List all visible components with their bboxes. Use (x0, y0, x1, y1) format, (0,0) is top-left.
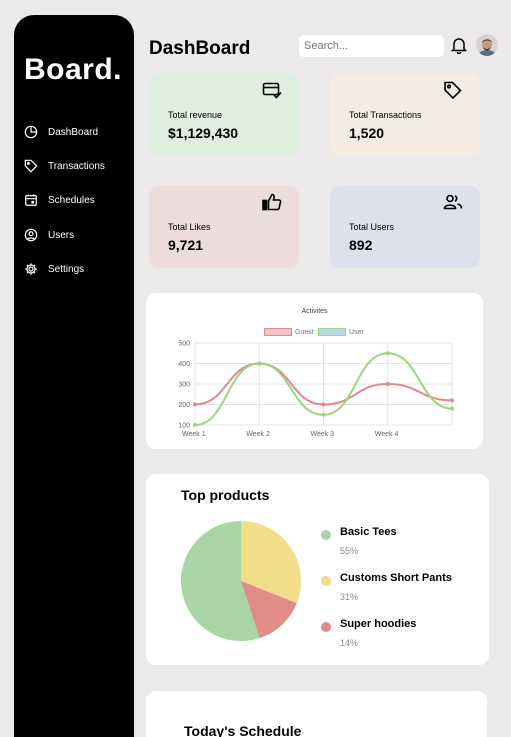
sidebar-item-label: Transactions (48, 160, 105, 172)
section-title: Today's Schedule (184, 723, 302, 737)
thumbs-up-icon (262, 193, 282, 211)
y-tick-label: 300 (178, 382, 190, 389)
data-point[interactable] (385, 351, 390, 356)
x-tick-label: Week 4 (375, 431, 399, 438)
sidebar-item-transactions[interactable]: Transactions (24, 159, 105, 173)
sidebar-item-label: Settings (48, 263, 85, 275)
legend-dot (321, 530, 331, 540)
product-percent: 55% (340, 546, 359, 556)
brand-logo: Board. (24, 53, 123, 86)
data-point[interactable] (193, 423, 197, 427)
stat-card-revenue: Total revenue $1,129,430 (149, 74, 299, 156)
sidebar-item-label: Users (48, 229, 75, 241)
sidebar-item-schedules[interactable]: Schedules (24, 193, 95, 207)
card-check-icon (262, 81, 282, 99)
top-products-panel: Top products Basic Tees 55% Customs Shor… (146, 474, 489, 665)
calendar-icon (24, 193, 38, 207)
page-title: DashBoard (149, 38, 251, 59)
y-tick-label: 500 (178, 341, 190, 348)
data-point[interactable] (385, 382, 390, 386)
x-tick-label: Week 1 (182, 431, 206, 438)
sidebar-item-settings[interactable]: Settings (24, 262, 84, 276)
section-title: Top products (181, 487, 270, 503)
stat-value: $1,129,430 (168, 125, 239, 141)
data-point[interactable] (257, 361, 262, 366)
stat-label: Total Transactions (349, 110, 422, 120)
y-tick-label: 200 (178, 402, 190, 409)
x-tick-label: Week 3 (311, 431, 335, 438)
activities-chart-panel: Activites Guest User 500 400 300 200 100 Week… (146, 293, 483, 449)
user-circle-icon (24, 228, 38, 242)
sidebar-item-dashboard[interactable]: DashBoard (24, 125, 98, 139)
tag-icon (24, 159, 38, 173)
product-percent: 14% (340, 638, 359, 648)
product-name: Basic Tees (340, 526, 397, 538)
y-tick-label: 400 (178, 361, 190, 368)
product-percent: 31% (340, 592, 359, 602)
stat-card-likes: Total Likes 9,721 (149, 186, 299, 268)
search-input[interactable] (299, 35, 444, 57)
stat-card-transactions: Total Transactions 1,520 (330, 74, 480, 156)
schedule-panel: Today's Schedule (146, 691, 487, 737)
sidebar-item-label: DashBoard (48, 126, 99, 138)
gear-icon (24, 262, 38, 276)
avatar[interactable] (476, 34, 498, 56)
bell-icon[interactable] (450, 36, 468, 55)
data-point[interactable] (321, 412, 326, 417)
sidebar: Board. DashBoard Transactions Schedules … (14, 15, 134, 737)
stat-value: 9,721 (168, 237, 204, 253)
stat-label: Total Users (349, 222, 395, 232)
sidebar-item-label: Schedules (48, 194, 95, 206)
legend-dot (321, 576, 331, 586)
product-name: Customs Short Pants (340, 572, 452, 584)
product-name: Super hoodies (340, 618, 417, 630)
legend-dot (321, 622, 331, 632)
x-tick-label: Week 2 (246, 431, 270, 438)
stat-value: 1,520 (349, 125, 385, 141)
pie-icon (24, 125, 38, 139)
data-point[interactable] (450, 406, 454, 411)
stat-label: Total Likes (168, 222, 211, 232)
tag-icon (443, 81, 463, 100)
data-point[interactable] (450, 398, 454, 403)
stat-value: 892 (349, 237, 373, 253)
stat-label: Total revenue (168, 110, 223, 120)
y-tick-label: 100 (178, 423, 190, 430)
users-icon (443, 193, 463, 211)
sidebar-item-users[interactable]: Users (24, 228, 74, 242)
top-products-pie-chart (181, 521, 301, 641)
activities-line-chart: 500 400 300 200 100Week 1 Week 2 Week 3 Week 4 (178, 341, 454, 438)
data-point[interactable] (193, 402, 197, 407)
stat-card-users: Total Users 892 (330, 186, 480, 268)
data-point[interactable] (321, 402, 326, 407)
